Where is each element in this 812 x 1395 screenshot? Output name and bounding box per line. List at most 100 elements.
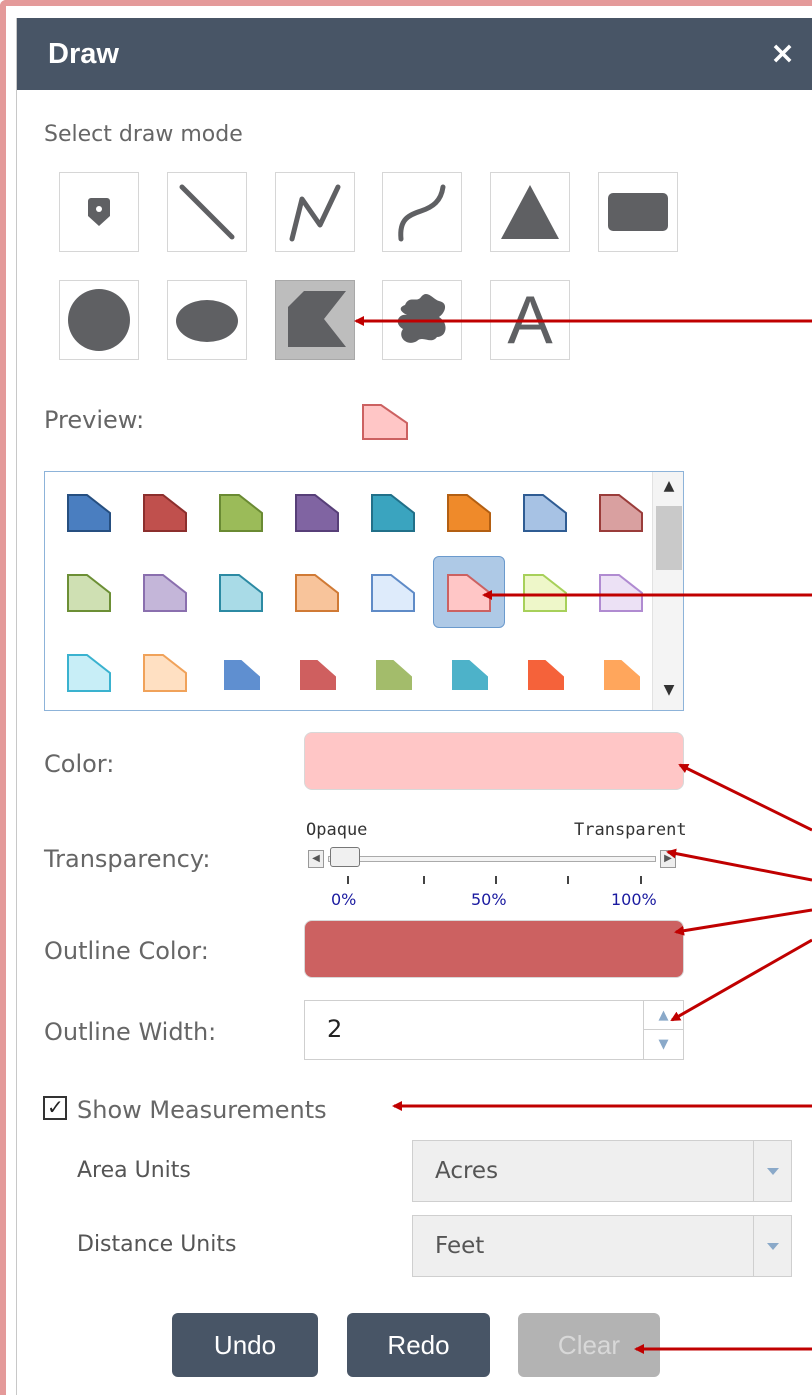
triangle-tool-button[interactable] — [490, 172, 570, 252]
opaque-label: Opaque — [306, 820, 368, 840]
show-measurements-checkbox[interactable]: ✓ — [43, 1095, 67, 1120]
polygon-symbol-icon — [452, 660, 488, 690]
outline-color-picker[interactable] — [304, 920, 684, 978]
symbol-swatch[interactable] — [585, 476, 657, 548]
outline-width-stepper[interactable]: 2 ▲ ▼ — [304, 1000, 684, 1060]
symbol-swatch[interactable] — [357, 636, 429, 708]
symbol-swatch[interactable] — [357, 476, 429, 548]
slider-decrement-icon[interactable]: ◀ — [308, 850, 324, 868]
dialog-title: Draw — [48, 38, 119, 70]
symbol-swatch[interactable] — [281, 636, 353, 708]
symbol-swatch[interactable] — [433, 636, 505, 708]
polygon-symbol-icon — [523, 494, 567, 532]
ellipse-icon — [176, 300, 238, 342]
polygon-symbol-icon — [143, 654, 187, 692]
slider-increment-icon[interactable]: ▶ — [660, 850, 676, 868]
undo-button[interactable]: Undo — [172, 1313, 318, 1377]
symbol-swatch[interactable] — [433, 476, 505, 548]
polyline-tool-button[interactable] — [275, 172, 355, 252]
circle-icon — [68, 289, 130, 351]
polygon-tool-button[interactable] — [275, 280, 355, 360]
polygon-symbol-icon — [67, 574, 111, 612]
redo-button[interactable]: Redo — [347, 1313, 490, 1377]
polygon-symbol-icon — [599, 574, 643, 612]
slider-track — [328, 856, 656, 862]
freehand-line-icon — [398, 184, 446, 242]
title-bar: Draw × — [17, 18, 812, 90]
freehand-polygon-tool-button[interactable] — [382, 280, 462, 360]
polygon-symbol-icon — [219, 574, 263, 612]
tick-label-0: 0% — [331, 890, 357, 909]
preview-swatch — [362, 404, 408, 440]
text-icon: A — [507, 282, 553, 358]
outline-width-value[interactable]: 2 — [327, 1015, 342, 1043]
symbol-swatch[interactable] — [509, 556, 581, 628]
preview-label: Preview: — [44, 406, 145, 434]
circle-tool-button[interactable] — [59, 280, 139, 360]
draw-panel: Draw × Select draw mode A Preview: ▲ ▼ C… — [16, 18, 812, 1395]
symbol-swatch[interactable] — [433, 556, 505, 628]
close-icon[interactable]: × — [770, 36, 795, 71]
ellipse-tool-button[interactable] — [167, 280, 247, 360]
symbol-swatch[interactable] — [205, 636, 277, 708]
outline-width-label: Outline Width: — [44, 1018, 217, 1046]
symbol-swatch[interactable] — [205, 476, 277, 548]
symbol-swatch[interactable] — [281, 476, 353, 548]
symbol-scrollbar[interactable]: ▲ ▼ — [652, 472, 683, 710]
clear-button[interactable]: Clear — [518, 1313, 660, 1377]
polygon-symbol-icon — [604, 660, 640, 690]
distance-units-select[interactable]: Feet — [412, 1215, 792, 1277]
polygon-symbol-icon — [67, 654, 111, 692]
symbol-swatch[interactable] — [129, 476, 201, 548]
symbol-swatch[interactable] — [53, 476, 125, 548]
symbol-swatch[interactable] — [281, 556, 353, 628]
symbol-swatch[interactable] — [53, 556, 125, 628]
chevron-down-icon[interactable] — [753, 1141, 791, 1201]
checkmark-icon: ✓ — [47, 1095, 64, 1119]
line-icon — [179, 184, 235, 240]
freehand-polygon-icon — [397, 293, 446, 343]
scroll-up-icon[interactable]: ▲ — [653, 478, 683, 494]
symbol-swatch[interactable] — [129, 636, 201, 708]
slider-tick — [495, 876, 497, 884]
decrement-icon[interactable]: ▼ — [643, 1030, 683, 1059]
fill-color-picker[interactable] — [304, 732, 684, 790]
line-tool-button[interactable] — [167, 172, 247, 252]
symbol-swatch[interactable] — [585, 636, 657, 708]
symbol-swatch[interactable] — [53, 636, 125, 708]
polygon-icon — [288, 291, 346, 347]
symbol-swatch[interactable] — [585, 556, 657, 628]
show-measurements-label[interactable]: Show Measurements — [77, 1096, 327, 1124]
polygon-symbol-icon — [376, 660, 412, 690]
distance-units-value: Feet — [435, 1233, 485, 1259]
transparency-label: Transparency: — [44, 845, 211, 873]
slider-tick — [640, 876, 642, 884]
draw-mode-label: Select draw mode — [44, 122, 243, 147]
polygon-symbol-icon — [295, 494, 339, 532]
transparency-slider[interactable]: ◀ ▶ — [306, 847, 680, 875]
symbol-swatch[interactable] — [129, 556, 201, 628]
polygon-symbol-icon — [224, 660, 260, 690]
polyline-icon — [289, 184, 341, 242]
chevron-down-icon[interactable] — [753, 1216, 791, 1276]
increment-icon[interactable]: ▲ — [643, 1001, 683, 1030]
area-units-select[interactable]: Acres — [412, 1140, 792, 1202]
polygon-symbol-icon — [67, 494, 111, 532]
symbol-swatch[interactable] — [357, 556, 429, 628]
symbol-swatch[interactable] — [509, 636, 581, 708]
text-tool-button[interactable]: A — [490, 280, 570, 360]
rectangle-icon — [608, 193, 668, 231]
slider-tick — [567, 876, 569, 884]
outline-color-label: Outline Color: — [44, 937, 209, 965]
symbol-swatch[interactable] — [509, 476, 581, 548]
slider-thumb[interactable] — [330, 847, 360, 867]
point-tool-button[interactable] — [59, 172, 139, 252]
scrollbar-thumb[interactable] — [656, 506, 682, 570]
freehand-line-tool-button[interactable] — [382, 172, 462, 252]
symbol-swatch[interactable] — [205, 556, 277, 628]
slider-tick — [423, 876, 425, 884]
tick-label-100: 100% — [611, 890, 657, 909]
area-units-label: Area Units — [77, 1158, 191, 1183]
scroll-down-icon[interactable]: ▼ — [653, 682, 683, 698]
rectangle-tool-button[interactable] — [598, 172, 678, 252]
